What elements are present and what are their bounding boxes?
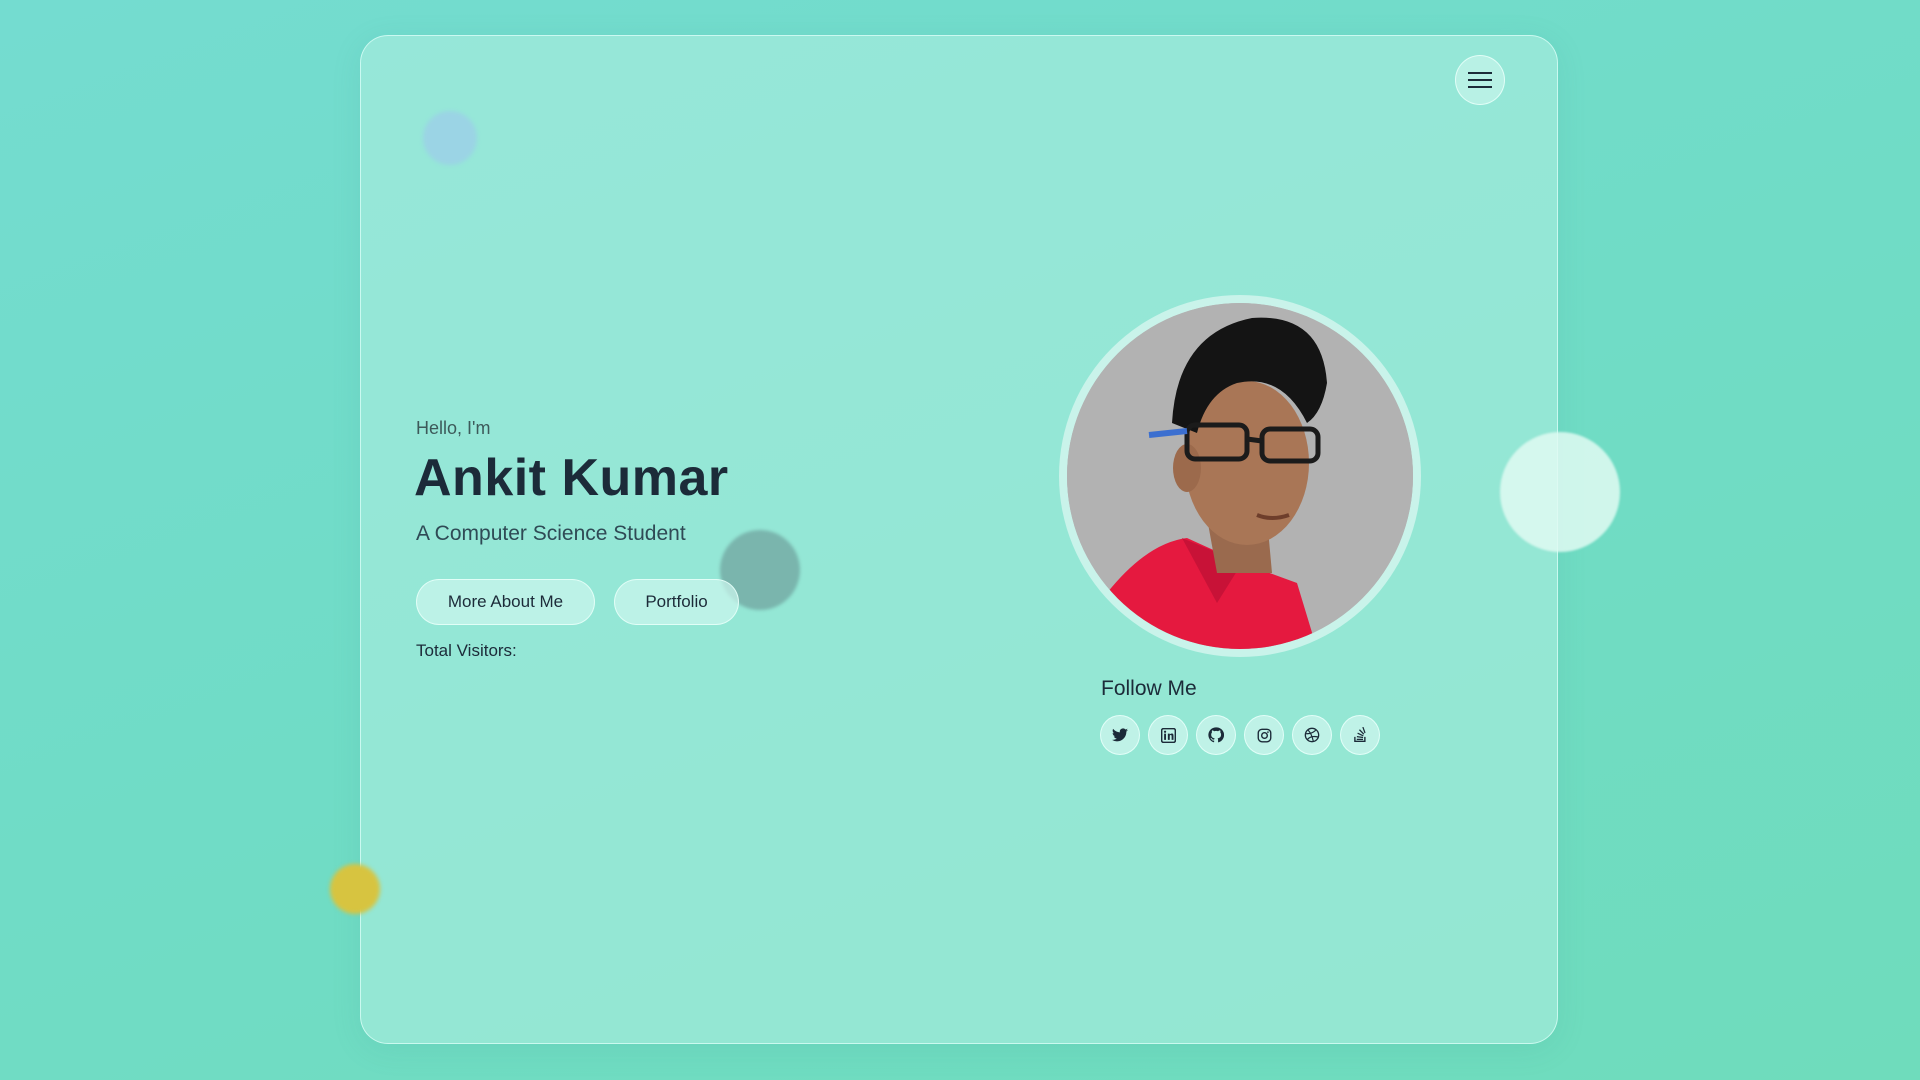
menu-button[interactable] xyxy=(1455,55,1505,105)
total-visitors-label: Total Visitors: xyxy=(416,641,517,660)
stackoverflow-icon xyxy=(1353,727,1366,742)
instagram-icon xyxy=(1257,728,1271,742)
greeting-text: Hello, I'm xyxy=(416,418,491,438)
hero-name: Ankit Kumar xyxy=(414,449,729,507)
social-links xyxy=(1100,715,1380,755)
hamburger-menu-icon xyxy=(1468,72,1492,88)
instagram-link[interactable] xyxy=(1244,715,1284,755)
decorative-blob-white xyxy=(1500,432,1620,552)
github-link[interactable] xyxy=(1196,715,1236,755)
linkedin-link[interactable] xyxy=(1148,715,1188,755)
dribbble-link[interactable] xyxy=(1292,715,1332,755)
twitter-link[interactable] xyxy=(1100,715,1140,755)
profile-photo xyxy=(1067,303,1413,649)
follow-me-heading: Follow Me xyxy=(1101,677,1197,700)
avatar-frame xyxy=(1059,295,1421,657)
linkedin-icon xyxy=(1160,727,1176,743)
stackoverflow-link[interactable] xyxy=(1340,715,1380,755)
hero-subtitle: A Computer Science Student xyxy=(416,522,686,545)
github-icon xyxy=(1208,727,1224,743)
more-about-me-button[interactable]: More About Me xyxy=(416,579,595,625)
portfolio-button[interactable]: Portfolio xyxy=(614,579,739,625)
twitter-icon xyxy=(1112,728,1128,742)
dribbble-icon xyxy=(1304,727,1320,743)
decorative-blob-yellow xyxy=(330,864,380,914)
